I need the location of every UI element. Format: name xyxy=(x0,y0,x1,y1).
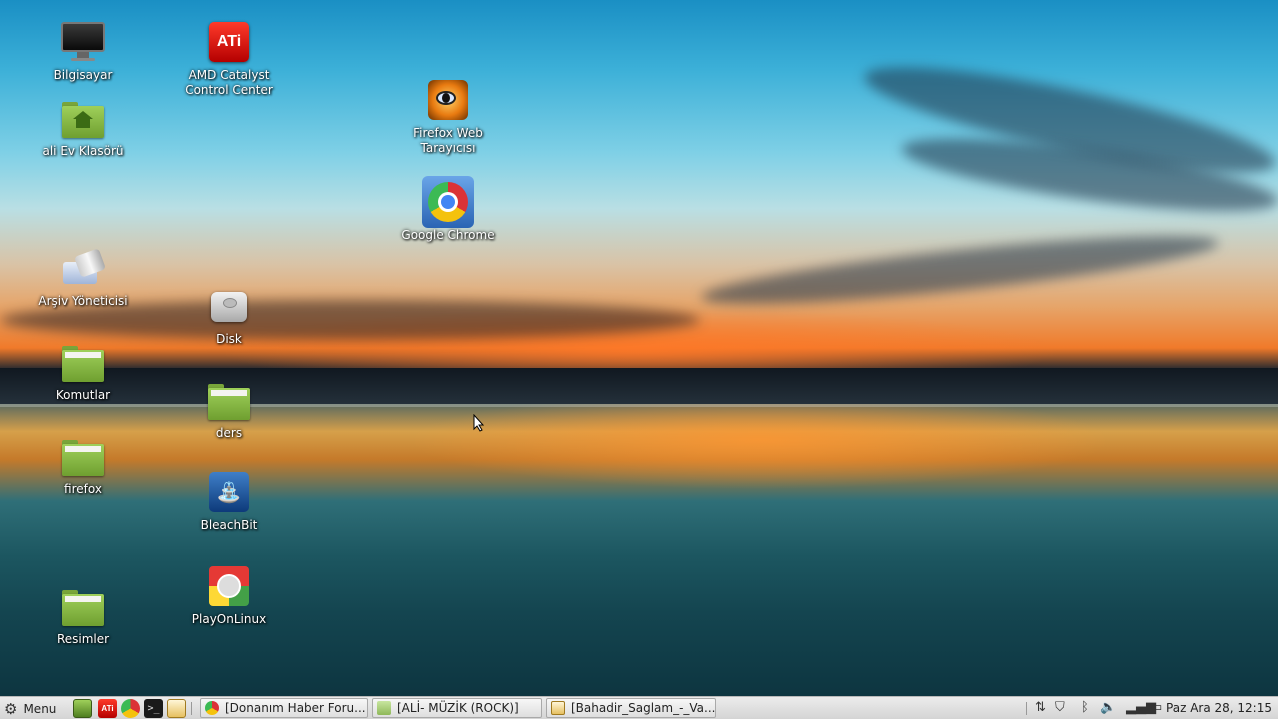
folder-icon xyxy=(207,378,251,422)
desktop-wallpaper: Bilgisayar ali Ev Klasörü Arşiv Yönetici… xyxy=(0,0,1278,696)
ati-icon: ATi xyxy=(207,20,251,64)
separator xyxy=(1026,702,1027,715)
menu-label: Menu xyxy=(23,701,57,716)
desktop-icon-firefox-folder[interactable]: firefox xyxy=(28,434,138,497)
terminal-icon[interactable]: >_ xyxy=(144,699,163,718)
archive-manager-icon xyxy=(61,246,106,290)
taskbar: ⚙ Menu ATi >_ [Donanım Haber Foru... [AL… xyxy=(0,696,1278,719)
icon-label: Komutlar xyxy=(55,388,111,402)
icon-label: Firefox Web Tarayıcısı xyxy=(413,126,483,155)
desktop-icon-komutlar[interactable]: Komutlar xyxy=(28,340,138,403)
icon-label: firefox xyxy=(64,482,102,496)
desktop-icon-amd-catalyst[interactable]: ATi AMD Catalyst Control Center xyxy=(174,20,284,98)
battery-icon[interactable]: ▭ xyxy=(1150,700,1162,715)
playonlinux-icon xyxy=(207,564,251,608)
text-editor-icon[interactable] xyxy=(167,699,186,718)
taskbar-window-chrome[interactable]: [Donanım Haber Foru... xyxy=(200,698,368,718)
folder-icon xyxy=(377,701,391,715)
desktop-icon-disk[interactable]: Disk xyxy=(174,284,284,347)
icon-label: ali Ev Klasörü xyxy=(42,144,124,158)
icon-label: Arşiv Yöneticisi xyxy=(38,294,128,308)
hard-disk-icon xyxy=(207,284,251,328)
icon-label: PlayOnLinux xyxy=(191,612,267,626)
taskbar-window-folder[interactable]: [ALİ- MÜZİK (ROCK)] xyxy=(372,698,542,718)
bluetooth-icon[interactable]: ᛒ xyxy=(1081,700,1089,715)
desktop-icon-firefox-web[interactable]: Firefox Web Tarayıcısı xyxy=(393,78,503,156)
desktop-icon-archive-manager[interactable]: Arşiv Yöneticisi xyxy=(28,246,138,309)
icon-label: Google Chrome xyxy=(401,228,495,242)
icon-label: Resimler xyxy=(56,632,110,646)
clock[interactable]: Paz Ara 28, 12:15 xyxy=(1166,701,1272,715)
menu-button[interactable]: ⚙ Menu xyxy=(4,699,56,718)
bleachbit-icon: ⛲ xyxy=(207,470,251,514)
chrome-icon[interactable] xyxy=(121,699,140,718)
firefox-icon xyxy=(426,78,470,122)
volume-icon[interactable]: 🔈 xyxy=(1100,700,1116,715)
ati-icon[interactable]: ATi xyxy=(98,699,117,718)
computer-icon xyxy=(61,20,105,64)
desktop-icon-resimler[interactable]: Resimler xyxy=(28,584,138,647)
cloud-shape xyxy=(699,222,1221,318)
task-label: [Bahadir_Saglam_-_Va... xyxy=(571,701,716,715)
desktop-icon-home-folder[interactable]: ali Ev Klasörü xyxy=(28,96,138,159)
chrome-icon xyxy=(205,701,219,715)
desktop-icon-ders[interactable]: ders xyxy=(174,378,284,441)
task-label: [Donanım Haber Foru... xyxy=(225,701,366,715)
network-icon[interactable]: ⇅ xyxy=(1035,700,1046,715)
document-icon xyxy=(551,701,565,715)
taskbar-window-document[interactable]: [Bahadir_Saglam_-_Va... xyxy=(546,698,716,718)
icon-label: AMD Catalyst Control Center xyxy=(185,68,273,97)
desktop-icon-google-chrome[interactable]: Google Chrome xyxy=(393,176,503,243)
separator xyxy=(191,702,192,715)
shield-icon[interactable]: ⛉ xyxy=(1055,700,1065,715)
icon-label: ders xyxy=(215,426,243,440)
folder-icon xyxy=(61,584,105,628)
gear-icon: ⚙ xyxy=(4,699,18,718)
desktop-icon-playonlinux[interactable]: PlayOnLinux xyxy=(174,564,284,627)
desktop-icon-bilgisayar[interactable]: Bilgisayar xyxy=(28,20,138,83)
chrome-icon xyxy=(422,176,474,228)
home-folder-icon xyxy=(61,96,105,140)
desktop-icon-bleachbit[interactable]: ⛲ BleachBit xyxy=(174,470,284,533)
folder-icon xyxy=(61,340,105,384)
icon-label: Bilgisayar xyxy=(53,68,113,82)
file-manager-icon[interactable] xyxy=(73,699,92,718)
folder-icon xyxy=(61,434,105,478)
icon-label: BleachBit xyxy=(200,518,258,532)
task-label: [ALİ- MÜZİK (ROCK)] xyxy=(397,701,519,715)
icon-label: Disk xyxy=(216,332,242,346)
